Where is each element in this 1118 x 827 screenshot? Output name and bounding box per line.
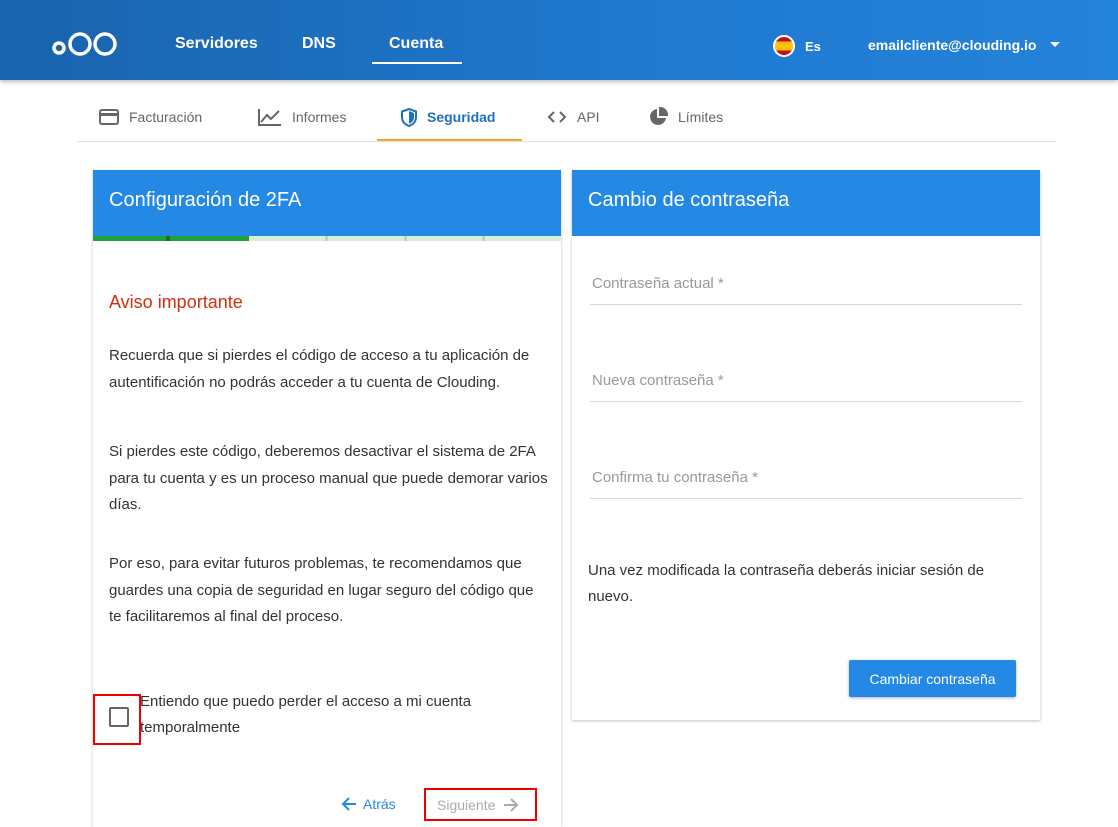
tab-label: Seguridad: [427, 109, 496, 125]
current-password-field: [590, 263, 1022, 305]
next-button[interactable]: Siguiente: [437, 797, 519, 813]
progress-fill: [93, 236, 249, 241]
tab-informes[interactable]: Informes: [258, 92, 346, 142]
warning-paragraph: Por eso, para evitar futuros problemas, …: [109, 555, 534, 625]
nav-cuenta[interactable]: Cuenta: [389, 35, 443, 53]
nav-active-indicator: [372, 62, 462, 64]
shield-icon: [401, 107, 417, 127]
arrow-left-icon: [341, 797, 356, 811]
warning-title: Aviso importante: [109, 292, 243, 312]
password-title: Cambio de contraseña: [572, 170, 1040, 236]
new-password-input[interactable]: [590, 360, 1022, 401]
progress-step-marker: [404, 236, 407, 241]
chevron-down-icon[interactable]: [1050, 42, 1060, 47]
progress-step-marker: [325, 236, 328, 241]
credit-card-icon: [99, 109, 119, 125]
next-button-label: Siguiente: [437, 797, 496, 813]
account-subtabs: Facturación Informes Seguridad API Límit…: [77, 92, 1056, 142]
warning-paragraph: Si pierdes este código, deberemos desact…: [109, 443, 548, 513]
language-selector[interactable]: Es: [805, 39, 821, 54]
confirm-password-field: [590, 457, 1022, 499]
nav-dns[interactable]: DNS: [302, 35, 336, 53]
twofa-card: Configuración de 2FA Aviso importante Re…: [93, 170, 561, 827]
tab-api[interactable]: API: [547, 92, 600, 142]
top-navbar: Servidores DNS Cuenta Es emailcliente@cl…: [0, 0, 1118, 80]
tab-label: Límites: [678, 109, 724, 125]
progress-step-marker: [482, 236, 485, 241]
tab-facturacion[interactable]: Facturación: [99, 92, 202, 142]
twofa-progress-bar: [93, 236, 561, 241]
spain-flag-icon[interactable]: [773, 35, 795, 57]
current-password-input[interactable]: [590, 263, 1022, 304]
tab-seguridad[interactable]: Seguridad: [401, 92, 495, 142]
confirm-password-input[interactable]: [590, 457, 1022, 498]
password-note: Una vez modificada la contraseña deberás…: [588, 562, 985, 605]
acknowledge-checkbox[interactable]: [109, 707, 129, 727]
tab-label: API: [577, 109, 600, 125]
back-button-label: Atrás: [363, 796, 396, 812]
pie-chart-icon: [650, 107, 668, 125]
back-button[interactable]: Atrás: [341, 796, 396, 812]
change-password-button[interactable]: Cambiar contraseña: [849, 660, 1016, 697]
user-menu[interactable]: emailcliente@clouding.io: [868, 37, 1036, 53]
progress-step-marker: [166, 236, 170, 241]
arrow-right-icon: [504, 798, 519, 812]
warning-paragraph: Recuerda que si pierdes el código de acc…: [109, 347, 530, 391]
acknowledge-checkbox-label[interactable]: Entiendo que puedo perder el acceso a mi…: [140, 689, 540, 741]
code-icon: [547, 111, 567, 123]
tab-label: Informes: [292, 109, 347, 125]
new-password-field: [590, 360, 1022, 402]
tab-label: Facturación: [129, 109, 203, 125]
chart-line-icon: [258, 109, 281, 126]
nav-servidores[interactable]: Servidores: [175, 35, 258, 53]
twofa-title: Configuración de 2FA: [93, 170, 561, 236]
tab-active-indicator: [377, 139, 522, 141]
clouding-logo-icon[interactable]: [52, 28, 118, 60]
tab-limites[interactable]: Límites: [648, 92, 723, 142]
password-card: Cambio de contraseña Una vez modificada …: [572, 170, 1040, 720]
